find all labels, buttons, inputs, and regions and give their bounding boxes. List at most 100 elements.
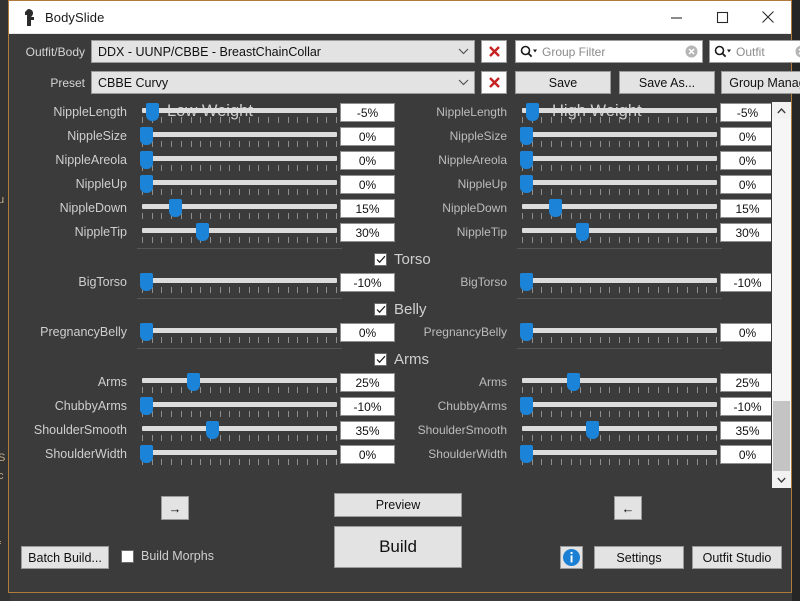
slider-thumb[interactable] [206,421,219,439]
slider-high-NippleTip[interactable] [522,223,717,245]
slider-track[interactable] [522,132,717,137]
slider-track[interactable] [142,402,337,407]
slider-thumb[interactable] [526,103,539,121]
slider-track[interactable] [522,328,717,333]
slider-low-NippleAreola[interactable] [140,151,337,173]
slider-track[interactable] [142,156,337,161]
slider-track[interactable] [522,228,717,233]
value-high-ShoulderSmooth[interactable]: 35% [720,421,771,440]
slider-thumb[interactable] [169,199,182,217]
copy-to-high-button[interactable]: → [161,496,189,520]
slider-low-ChubbyArms[interactable] [140,397,337,419]
build-button[interactable]: Build [334,526,462,568]
maximize-button[interactable] [699,1,745,33]
value-high-BigTorso[interactable]: -10% [720,273,771,292]
slider-thumb[interactable] [576,223,589,241]
slider-thumb[interactable] [567,373,580,391]
slider-low-NippleSize[interactable] [140,127,337,149]
value-high-NippleUp[interactable]: 0% [720,175,771,194]
checkbox-box[interactable] [374,253,387,266]
slider-thumb[interactable] [140,323,153,341]
checkbox-box[interactable] [374,303,387,316]
slider-low-NippleUp[interactable] [140,175,337,197]
value-high-PregnancyBelly[interactable]: 0% [720,323,771,342]
slider-low-ShoulderWidth[interactable] [140,445,337,467]
slider-high-NippleAreola[interactable] [520,151,717,173]
slider-thumb[interactable] [520,127,533,145]
minimize-button[interactable] [653,1,699,33]
close-button[interactable] [745,1,791,33]
slider-low-PregnancyBelly[interactable] [140,323,337,345]
outfit-studio-button[interactable]: Outfit Studio [692,546,782,569]
slider-high-BigTorso[interactable] [520,273,717,295]
slider-track[interactable] [522,278,717,283]
slider-thumb[interactable] [140,127,153,145]
slider-track[interactable] [142,108,337,113]
checkbox-box[interactable] [121,549,134,563]
slider-thumb[interactable] [140,397,153,415]
slider-track[interactable] [142,278,337,283]
outfit-body-combo[interactable]: DDX - UUNP/CBBE - BreastChainCollar [91,40,475,63]
slider-track[interactable] [522,378,717,383]
slider-track[interactable] [142,378,337,383]
slider-track[interactable] [142,328,337,333]
value-high-NippleLength[interactable]: -5% [720,103,771,122]
value-high-NippleTip[interactable]: 30% [720,223,771,242]
vertical-scrollbar[interactable] [771,102,791,488]
slider-thumb[interactable] [187,373,200,391]
slider-low-BigTorso[interactable] [140,273,337,295]
preview-button[interactable]: Preview [334,493,462,517]
clear-group-filter-icon[interactable] [680,45,702,58]
slider-track[interactable] [142,180,337,185]
outfit-filter-search[interactable]: Outfit [709,40,800,63]
settings-button[interactable]: Settings [594,546,684,569]
slider-high-PregnancyBelly[interactable] [520,323,717,345]
group-filter-input[interactable]: Group Filter [542,45,680,59]
slider-high-NippleSize[interactable] [520,127,717,149]
slider-track[interactable] [522,450,717,455]
slider-thumb[interactable] [140,445,153,463]
value-high-NippleDown[interactable]: 15% [720,199,771,218]
group-checkbox-Arms[interactable]: Arms [374,351,429,368]
slider-low-NippleLength[interactable] [142,103,337,125]
checkbox-box[interactable] [374,353,387,366]
value-high-NippleSize[interactable]: 0% [720,127,771,146]
build-morphs-checkbox[interactable]: Build Morphs [121,549,214,563]
slider-low-NippleDown[interactable] [142,199,337,221]
slider-thumb[interactable] [140,151,153,169]
copy-to-low-button[interactable]: ← [614,496,642,520]
slider-thumb[interactable] [520,273,533,291]
slider-low-ShoulderSmooth[interactable] [142,421,337,443]
slider-track[interactable] [142,426,337,431]
slider-thumb[interactable] [146,103,159,121]
value-high-ShoulderWidth[interactable]: 0% [720,445,771,464]
slider-track[interactable] [522,180,717,185]
slider-track[interactable] [522,426,717,431]
slider-track[interactable] [142,228,337,233]
clear-preset-button[interactable] [481,71,507,94]
slider-thumb[interactable] [140,273,153,291]
slider-low-NippleTip[interactable] [142,223,337,245]
group-checkbox-Torso[interactable]: Torso [374,251,431,268]
slider-track[interactable] [142,450,337,455]
scrollbar-thumb[interactable] [773,400,790,471]
chevron-up-icon[interactable] [772,102,791,119]
slider-high-ChubbyArms[interactable] [520,397,717,419]
slider-thumb[interactable] [586,421,599,439]
slider-track[interactable] [522,108,717,113]
group-checkbox-Belly[interactable]: Belly [374,301,427,318]
slider-high-NippleDown[interactable] [522,199,717,221]
group-filter-search[interactable]: Group Filter [515,40,703,63]
save-as-button[interactable]: Save As... [619,71,715,94]
slider-high-NippleLength[interactable] [522,103,717,125]
clear-outfit-button[interactable] [481,40,507,63]
slider-thumb[interactable] [520,445,533,463]
preset-combo[interactable]: CBBE Curvy [91,71,475,94]
chevron-down-icon[interactable] [772,471,791,488]
outfit-filter-input[interactable]: Outfit [736,45,790,59]
save-button[interactable]: Save [515,71,611,94]
scrollbar-trough[interactable] [772,119,791,471]
value-high-ChubbyArms[interactable]: -10% [720,397,771,416]
slider-thumb[interactable] [520,397,533,415]
slider-high-ShoulderWidth[interactable] [520,445,717,467]
